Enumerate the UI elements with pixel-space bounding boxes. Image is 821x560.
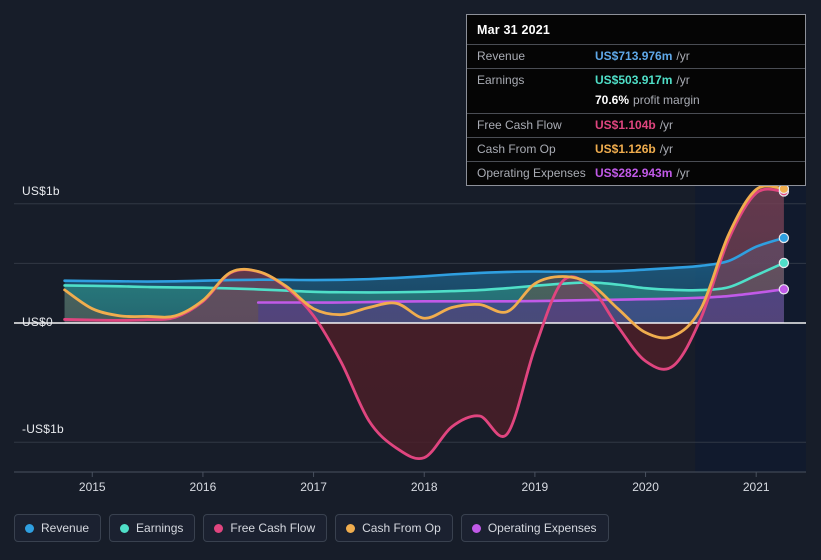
legend-label-earnings: Earnings bbox=[136, 521, 184, 535]
tooltip-unit-revenue: /yr bbox=[676, 49, 690, 63]
tooltip-row-free-cash-flow: Free Cash Flow US$1.104b /yr bbox=[467, 113, 805, 137]
tooltip-label-earnings: Earnings bbox=[477, 73, 525, 87]
tooltip-label-revenue: Revenue bbox=[477, 49, 526, 63]
tooltip-date: Mar 31 2021 bbox=[477, 23, 551, 37]
x-axis-label-2017: 2017 bbox=[300, 480, 327, 494]
tooltip-unit-earnings: /yr bbox=[676, 73, 690, 87]
tooltip-row-revenue: Revenue US$713.976m /yr bbox=[467, 44, 805, 68]
financial-area-chart: US$1b US$0 -US$1b 2015 2016 2017 2018 20… bbox=[0, 0, 821, 560]
tooltip-row-operating-expenses: Operating Expenses US$282.943m /yr bbox=[467, 161, 805, 185]
y-axis-label-1b: US$1b bbox=[22, 183, 60, 198]
y-axis-label-neg1b: -US$1b bbox=[22, 422, 64, 437]
tooltip-value-earnings: US$503.917m bbox=[595, 73, 673, 87]
tooltip-text-profit-margin: profit margin bbox=[633, 93, 700, 107]
tooltip-row-earnings: Earnings US$503.917m /yr bbox=[467, 68, 805, 92]
tooltip-value-profit-margin: 70.6% bbox=[595, 93, 630, 107]
x-axis-label-2015: 2015 bbox=[78, 480, 106, 494]
tooltip-value-operating-expenses: US$282.943m bbox=[595, 166, 673, 180]
legend-item-revenue[interactable]: Revenue bbox=[14, 514, 102, 542]
tooltip-row-cash-from-op: Cash From Op US$1.126b /yr bbox=[467, 137, 805, 161]
legend-item-cash-from-op[interactable]: Cash From Op bbox=[335, 514, 453, 542]
legend-dot-cash-from-op bbox=[346, 523, 356, 533]
y-axis-label-0: US$0 bbox=[22, 315, 53, 329]
tooltip-label-operating-expenses: Operating Expenses bbox=[477, 166, 586, 180]
x-axis-label-2018: 2018 bbox=[410, 480, 438, 494]
legend-label-operating-expenses: Operating Expenses bbox=[487, 521, 597, 535]
tooltip-row-profit-margin: 70.6% profit margin bbox=[467, 92, 805, 113]
legend-item-free-cash-flow[interactable]: Free Cash Flow bbox=[203, 514, 328, 542]
legend-label-free-cash-flow: Free Cash Flow bbox=[230, 521, 316, 535]
x-axis-label-2020: 2020 bbox=[632, 480, 659, 494]
tooltip-label-cash-from-op: Cash From Op bbox=[477, 142, 556, 156]
x-axis-label-2019: 2019 bbox=[521, 480, 549, 494]
tooltip-value-cash-from-op: US$1.126b bbox=[595, 142, 656, 156]
tooltip-value-revenue: US$713.976m bbox=[595, 49, 673, 63]
chart-legend: Revenue Earnings Free Cash Flow Cash Fro… bbox=[14, 514, 609, 542]
chart-tooltip: Mar 31 2021 Revenue US$713.976m /yr Earn… bbox=[466, 14, 806, 186]
tooltip-unit-free-cash-flow: /yr bbox=[659, 118, 674, 132]
legend-item-earnings[interactable]: Earnings bbox=[109, 514, 196, 542]
tooltip-unit-operating-expenses: /yr bbox=[676, 166, 690, 180]
legend-dot-free-cash-flow bbox=[214, 523, 224, 533]
legend-label-revenue: Revenue bbox=[41, 521, 90, 535]
legend-dot-operating-expenses bbox=[471, 523, 481, 533]
legend-dot-revenue bbox=[25, 523, 34, 533]
x-axis-label-2021: 2021 bbox=[742, 480, 770, 494]
x-axis-label-2016: 2016 bbox=[189, 480, 217, 494]
legend-item-operating-expenses[interactable]: Operating Expenses bbox=[460, 514, 609, 542]
legend-dot-earnings bbox=[120, 523, 130, 533]
tooltip-unit-cash-from-op: /yr bbox=[659, 142, 674, 156]
legend-label-cash-from-op: Cash From Op bbox=[362, 521, 441, 535]
tooltip-value-free-cash-flow: US$1.104b bbox=[595, 118, 656, 132]
tooltip-label-free-cash-flow: Free Cash Flow bbox=[477, 118, 562, 132]
